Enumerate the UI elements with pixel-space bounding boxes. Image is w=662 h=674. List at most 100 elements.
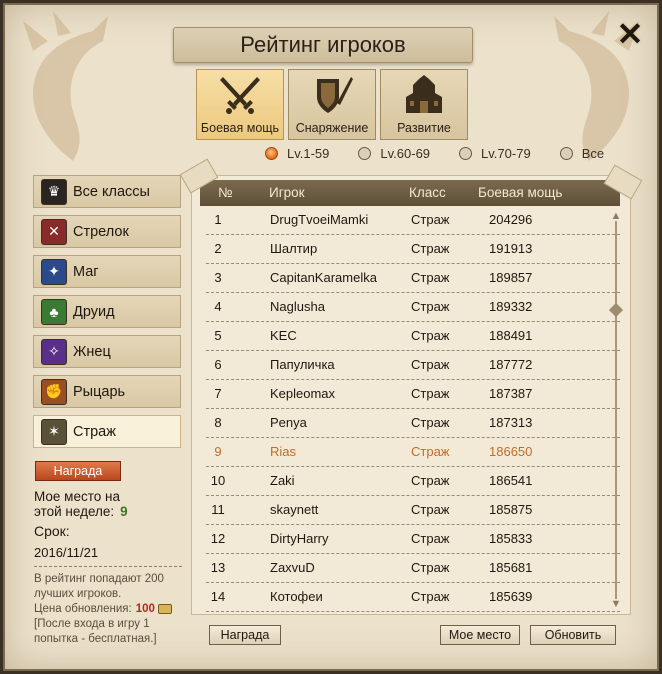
class-item-archer[interactable]: ✕ Стрелок [33,215,181,248]
table-row-my-place[interactable]: 9 Rias Страж 186650 [206,438,620,467]
table-row[interactable]: 7 Kepleomax Страж 187387 [206,380,620,409]
flame-orb-icon: ✦ [41,258,67,285]
radio-icon[interactable] [559,147,573,160]
cell-rank: 4 [214,299,222,314]
table-row[interactable]: 3 CapitanKaramelka Страж 189857 [206,264,620,293]
cell-power: 186650 [489,444,533,459]
cell-power: 185639 [489,589,533,604]
close-icon[interactable]: ✕ [615,16,645,52]
table-row[interactable]: 5 KEC Страж 188491 [206,322,620,351]
cell-class: Страж [411,589,450,604]
cell-class: Страж [411,357,450,372]
table-header: № Игрок Класс Боевая мощь [200,180,620,206]
class-list: ♛ Все классы ✕ Стрелок ✦ Маг ♣ Друид ✧ Ж… [33,175,181,455]
table-scrollbar[interactable]: ▲ ▼ [608,211,624,610]
table-row[interactable]: 13 ZaxvuD Страж 185681 [206,554,620,583]
cell-player: DirtyHarry [270,531,329,546]
cell-class: Страж [411,386,450,401]
tab-development[interactable]: Развитие [380,69,468,140]
filter-label: Lv.1-59 [287,146,330,161]
cell-rank: 7 [214,386,222,401]
table-row[interactable]: 1 DrugTvoeiMamki Страж 204296 [206,206,620,235]
filter-all-levels[interactable]: Все [559,146,605,161]
info-top-players: В рейтинг попадают 200 лучших игроков. [34,573,164,600]
filter-lv-60-69[interactable]: Lv.60-69 [358,146,430,161]
table-row[interactable]: 6 Папуличка Страж 187772 [206,351,620,380]
table-row[interactable]: 8 Penya Страж 187313 [206,409,620,438]
star-orb-icon: ✧ [41,338,67,365]
scroll-thumb[interactable] [608,302,624,318]
refresh-cost-value: 100 [135,603,155,615]
crown-icon: ♛ [41,178,67,205]
cell-class: Страж [411,212,450,227]
cell-rank: 1 [214,212,222,227]
cell-rank: 8 [214,415,222,430]
filter-lv-1-59[interactable]: Lv.1-59 [265,146,329,161]
table-row[interactable]: 2 Шалтир Страж 191913 [206,235,620,264]
cell-player: skaynett [270,502,319,517]
cell-player: CapitanKaramelka [270,270,377,285]
reward-button-side[interactable]: Награда [35,461,121,481]
cell-class: Страж [411,270,450,285]
info-free-attempt: [После входа в игру 1 попытка - бесплатн… [34,618,157,645]
cell-player: Шалтир [270,241,318,256]
scroll-down-icon[interactable]: ▼ [609,599,623,610]
star-shield-icon: ✶ [41,418,67,445]
fortress-icon [406,75,442,113]
rating-window: Рейтинг игроков ✕ Боевая мощь Снаряжение [0,0,662,674]
window-title: Рейтинг игроков [173,27,473,63]
cell-power: 187772 [489,357,533,372]
cell-class: Страж [411,531,450,546]
cell-power: 187387 [489,386,533,401]
cell-rank: 13 [210,560,226,575]
header-power: Боевая мощь [478,185,563,200]
cell-player: Kepleomax [270,386,336,401]
filter-label: Все [581,146,605,161]
class-item-mage[interactable]: ✦ Маг [33,255,181,288]
cell-class: Страж [411,328,450,343]
table-row[interactable]: 10 Zaki Страж 186541 [206,467,620,496]
reward-button[interactable]: Награда [209,625,281,645]
crossed-swords-icon [220,77,260,114]
ranking-table: № Игрок Класс Боевая мощь 1 DrugTvoeiMam… [191,175,631,615]
my-place-button[interactable]: Мое место [440,625,520,645]
table-row[interactable]: 11 skaynett Страж 185875 [206,496,620,525]
filter-lv-70-79[interactable]: Lv.70-79 [459,146,531,161]
cell-power: 189857 [489,270,533,285]
filter-label: Lv.70-79 [481,146,531,161]
class-label: Все классы [73,183,150,200]
cell-rank: 10 [210,473,226,488]
table-row[interactable]: 14 Котофеи Страж 185639 [206,583,620,612]
class-item-reaper[interactable]: ✧ Жнец [33,335,181,368]
class-item-guardian[interactable]: ✶ Страж [33,415,181,448]
cell-player: Папуличка [270,357,335,372]
cell-class: Страж [411,560,450,575]
header-rank: № [218,185,233,200]
tab-label: Снаряжение [295,121,369,135]
table-row[interactable]: 12 DirtyHarry Страж 185833 [206,525,620,554]
radio-icon[interactable] [459,147,473,160]
class-label: Жнец [73,343,111,360]
scroll-track[interactable] [615,221,617,599]
radio-selected-icon[interactable] [265,147,278,160]
scroll-up-icon[interactable]: ▲ [609,211,623,222]
deadline-date: 2016/11/21 [34,545,99,560]
class-label: Друид [73,303,115,320]
tab-combat-power[interactable]: Боевая мощь [196,69,284,140]
tab-label: Боевая мощь [200,121,280,135]
header-class: Класс [409,185,446,200]
refresh-cost-label: Цена обновления: [34,603,132,615]
class-item-all[interactable]: ♛ Все классы [33,175,181,208]
tab-equipment[interactable]: Снаряжение [288,69,376,140]
cell-power: 189332 [489,299,533,314]
header-player: Игрок [269,185,305,200]
class-item-knight[interactable]: ✊ Рыцарь [33,375,181,408]
refresh-button[interactable]: Обновить [530,625,616,645]
cell-power: 186541 [489,473,533,488]
cell-class: Страж [411,415,450,430]
class-item-druid[interactable]: ♣ Друид [33,295,181,328]
radio-icon[interactable] [358,147,372,160]
table-row[interactable]: 4 Naglusha Страж 189332 [206,293,620,322]
rating-info: В рейтинг попадают 200 лучших игроков. Ц… [34,572,184,647]
cell-power: 204296 [489,212,533,227]
